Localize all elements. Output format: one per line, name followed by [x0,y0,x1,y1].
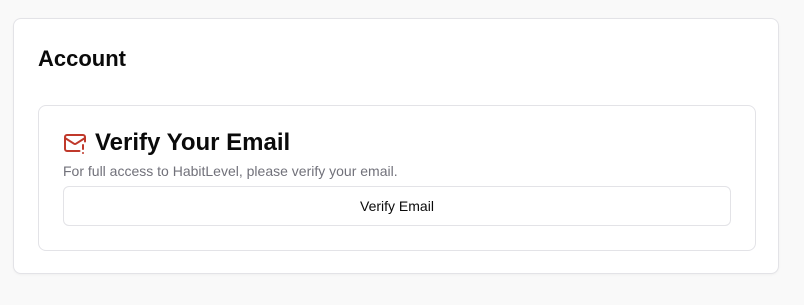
verify-email-description: For full access to HabitLevel, please ve… [63,163,398,179]
verify-email-title: Verify Your Email [95,129,291,156]
mail-warning-icon [63,131,87,155]
verify-email-header: Verify Your Email [63,129,290,157]
verify-email-card: Verify Your Email For full access to Hab… [38,105,756,251]
account-card: Account Verify Your Email For full acces… [13,18,779,274]
page-title: Account [38,46,126,71]
verify-email-button[interactable]: Verify Email [63,186,731,226]
